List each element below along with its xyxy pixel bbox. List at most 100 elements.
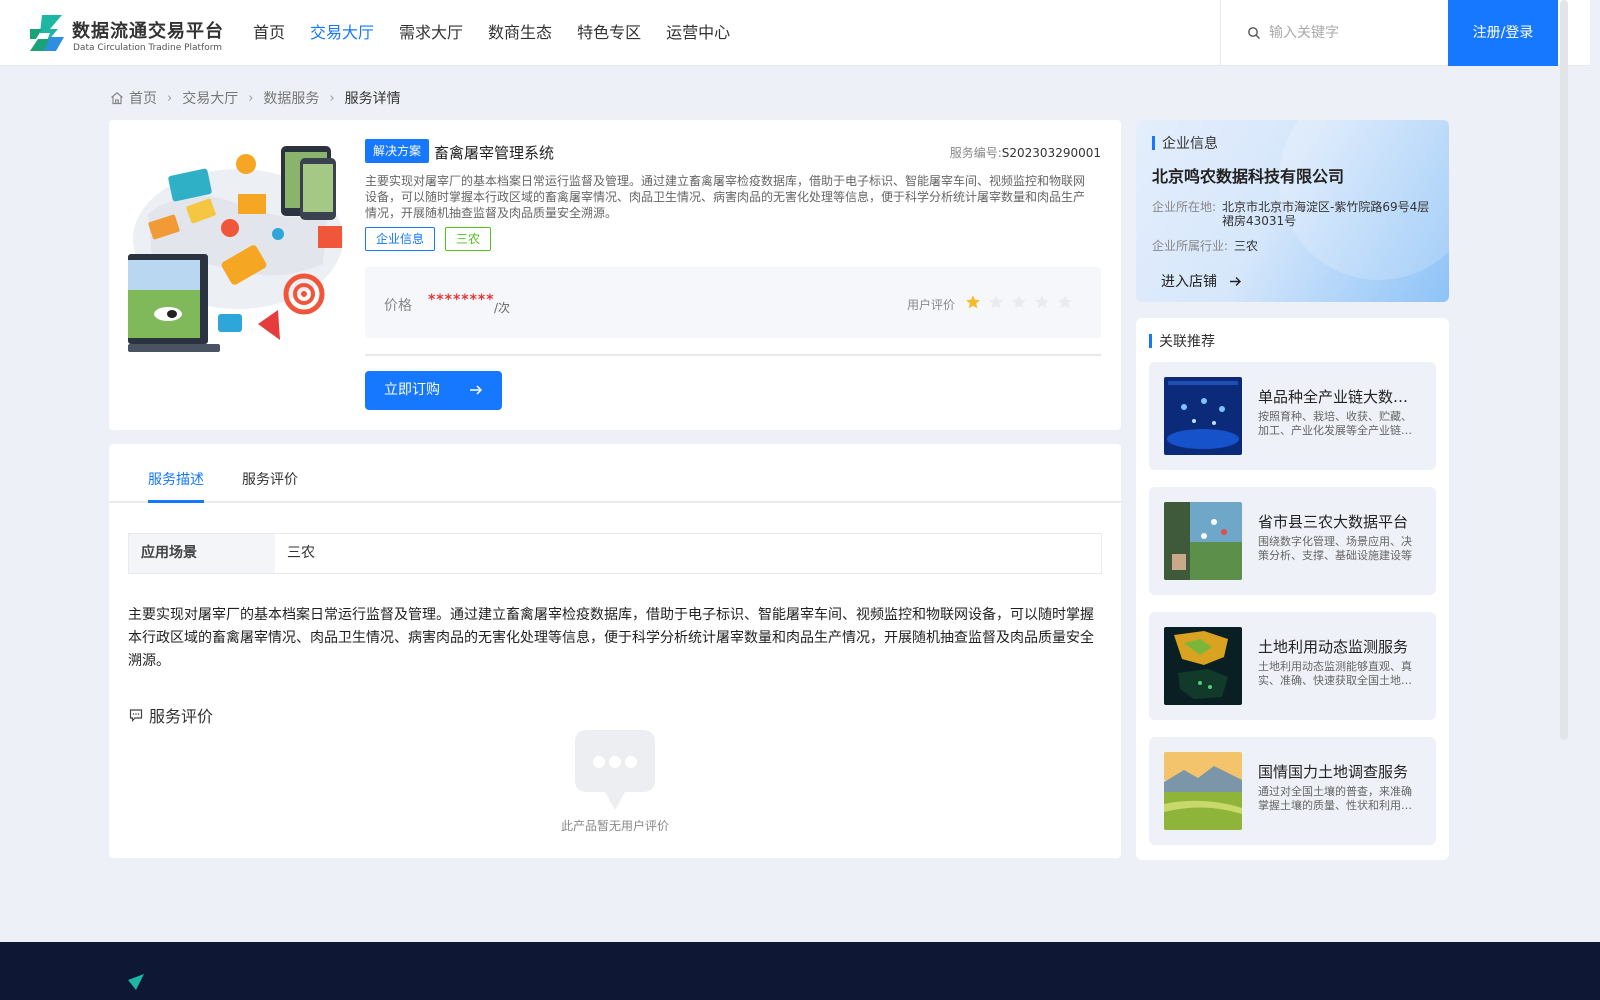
recommend-thumbnail [1164, 377, 1242, 455]
top-navbar: 数据流通交易平台 Data Circulation Tradine Platfo… [0, 0, 1590, 66]
company-section-heading: 企业信息 [1152, 133, 1218, 153]
recommend-section-heading: 关联推荐 [1149, 331, 1215, 351]
price-value: ******** [428, 292, 495, 308]
price-label: 价格 [384, 298, 412, 314]
order-now-label: 立即订购 [384, 382, 440, 398]
star-icon[interactable] [965, 294, 981, 310]
star-icon[interactable] [988, 294, 1004, 310]
industry-label: 企业所属行业: [1152, 239, 1229, 253]
product-detail-card: 服务描述 服务评价 应用场景 三农 主要实现对屠宰厂的基本档案日常运行监督及管理… [109, 444, 1121, 858]
recommend-thumbnail [1164, 502, 1242, 580]
logo-mark [30, 15, 64, 51]
divider [365, 354, 1101, 356]
scenario-value: 三农 [287, 545, 315, 561]
nav-item-operations-center[interactable]: 运营中心 [666, 0, 730, 66]
product-illustration [128, 144, 349, 354]
related-recommendations: 关联推荐 单品种全产业链大数据平台 按照育种、栽培、收获、贮藏、加工、产业化发展… [1136, 318, 1449, 860]
nav-item-demand-hall[interactable]: 需求大厅 [399, 0, 463, 66]
tab-service-reviews[interactable]: 服务评价 [242, 469, 298, 489]
breadcrumb-data-service[interactable]: 数据服务 [263, 88, 319, 108]
recommend-description: 按照育种、栽培、收获、贮藏、加工、产业化发展等全产业链环节 [1258, 410, 1412, 437]
nav-item-featured-zone[interactable]: 特色专区 [577, 0, 641, 66]
recommend-item[interactable]: 土地利用动态监测服务 土地利用动态监测能够直观、真实、准确、快速获取全国土地利用 [1149, 612, 1436, 720]
tag-company-info[interactable]: 企业信息 [365, 227, 436, 251]
product-description: 主要实现对屠宰厂的基本档案日常运行监督及管理。通过建立畜禽屠宰检疫数据库，借助于… [365, 174, 1086, 220]
recommend-title: 土地利用动态监测服务 [1258, 638, 1409, 656]
service-description-text: 主要实现对屠宰厂的基本档案日常运行监督及管理。通过建立畜禽屠宰检疫数据库，借助于… [128, 607, 1094, 669]
enter-shop-label: 进入店铺 [1161, 274, 1217, 290]
brand-logo[interactable]: 数据流通交易平台 Data Circulation Tradine Platfo… [28, 13, 238, 55]
chevron-right-icon: › [167, 90, 173, 106]
company-location-row: 企业所在地: 北京市北京市海淀区-紫竹院路69号4层裙房43031号 [1152, 200, 1432, 228]
location-value: 北京市北京市海淀区-紫竹院路69号4层裙房43031号 [1222, 200, 1430, 228]
empty-review-text: 此产品暂无用户评价 [560, 819, 669, 833]
heading-accent-bar [1152, 136, 1155, 150]
search-box [1220, 0, 1448, 66]
service-number-value: S202303290001 [1001, 146, 1101, 160]
recommend-description: 围绕数字化管理、场景应用、决策分析、支撑、基础设施建设等 [1258, 535, 1412, 562]
price-unit: /次 [494, 301, 511, 315]
recommend-thumbnail [1164, 752, 1242, 830]
solution-badge: 解决方案 [365, 139, 430, 163]
tag-agriculture[interactable]: 三农 [445, 227, 492, 251]
breadcrumb: 首页 › 交易大厅 › 数据服务 › 服务详情 [110, 88, 401, 108]
chevron-right-icon: › [329, 90, 335, 106]
breadcrumb-trading-hall[interactable]: 交易大厅 [182, 88, 238, 108]
arrow-right-icon [1230, 276, 1241, 286]
nav-item-home[interactable]: 首页 [253, 0, 285, 66]
star-icon[interactable] [1057, 294, 1073, 310]
tab-service-description[interactable]: 服务描述 [148, 469, 204, 489]
comment-icon [129, 709, 143, 722]
search-icon[interactable] [1247, 26, 1261, 40]
nav-item-trading-hall[interactable]: 交易大厅 [310, 0, 374, 66]
company-industry-row: 企业所属行业: 三农 [1152, 239, 1444, 253]
brand-title: 数据流通交易平台 [72, 21, 224, 42]
detail-tabs: 服务描述 服务评价 [109, 444, 1121, 503]
breadcrumb-home[interactable]: 首页 [129, 88, 157, 108]
heading-accent-bar [1149, 334, 1152, 348]
brand-subtitle: Data Circulation Tradine Platform [73, 43, 223, 53]
scenario-key: 应用场景 [129, 534, 275, 573]
recommend-item[interactable]: 国情国力土地调查服务 通过对全国土壤的普查，来准确掌握土壤的质量、性状和利用状况 [1149, 737, 1436, 845]
recommend-description: 通过对全国土壤的普查，来准确掌握土壤的质量、性状和利用状况 [1258, 785, 1412, 812]
recommend-thumbnail [1164, 627, 1242, 705]
product-title: 畜禽屠宰管理系统 [434, 144, 555, 162]
company-heading-text: 企业信息 [1162, 136, 1218, 152]
enter-shop-link[interactable]: 进入店铺 [1161, 271, 1242, 291]
page-scrollbar[interactable] [1560, 0, 1568, 740]
recommend-title: 省市县三农大数据平台 [1258, 513, 1409, 531]
price-panel: 价格 ******** /次 用户评价 [365, 267, 1101, 338]
star-icon[interactable] [1034, 294, 1050, 310]
arrow-right-icon [470, 385, 483, 395]
recommend-title: 国情国力土地调查服务 [1258, 763, 1409, 781]
login-register-button[interactable]: 注册/登录 [1448, 0, 1558, 66]
recommend-heading-text: 关联推荐 [1159, 334, 1215, 350]
active-tab-indicator [148, 500, 204, 503]
recommend-title: 单品种全产业链大数据平台 [1258, 388, 1418, 406]
home-icon [111, 92, 123, 105]
nav-item-ecosystem[interactable]: 数商生态 [488, 0, 552, 66]
company-info-card: 企业信息 北京鸣农数据科技有限公司 企业所在地: 北京市北京市海淀区-紫竹院路6… [1136, 120, 1449, 302]
company-name: 北京鸣农数据科技有限公司 [1152, 167, 1345, 186]
recommend-item[interactable]: 单品种全产业链大数据平台 按照育种、栽培、收获、贮藏、加工、产业化发展等全产业链… [1149, 362, 1436, 470]
chevron-right-icon: › [248, 90, 254, 106]
order-now-button[interactable]: 立即订购 [365, 371, 502, 410]
star-icon[interactable] [1011, 294, 1027, 310]
location-label: 企业所在地: [1152, 200, 1217, 214]
star-rating [965, 294, 1080, 310]
product-summary-card: 解决方案 畜禽屠宰管理系统 服务编号:S202303290001 主要实现对屠宰… [109, 120, 1121, 430]
recommend-item[interactable]: 省市县三农大数据平台 围绕数字化管理、场景应用、决策分析、支撑、基础设施建设等 [1149, 487, 1436, 595]
page-footer [0, 942, 1600, 1000]
footer-logo-mark [128, 974, 144, 990]
service-number-label: 服务编号: [949, 146, 1002, 160]
search-input[interactable] [1269, 20, 1439, 46]
review-heading-text: 服务评价 [149, 707, 214, 726]
industry-value: 三农 [1234, 239, 1259, 253]
breadcrumb-current: 服务详情 [344, 91, 401, 107]
main-nav: 首页 交易大厅 需求大厅 数商生态 特色专区 运营中心 [253, 0, 755, 66]
rating-label: 用户评价 [907, 298, 956, 312]
application-scenario-table: 应用场景 三农 [128, 533, 1102, 574]
chat-bubble-icon [575, 730, 655, 810]
review-section-heading: 服务评价 [129, 703, 213, 727]
recommend-description: 土地利用动态监测能够直观、真实、准确、快速获取全国土地利用 [1258, 660, 1412, 687]
